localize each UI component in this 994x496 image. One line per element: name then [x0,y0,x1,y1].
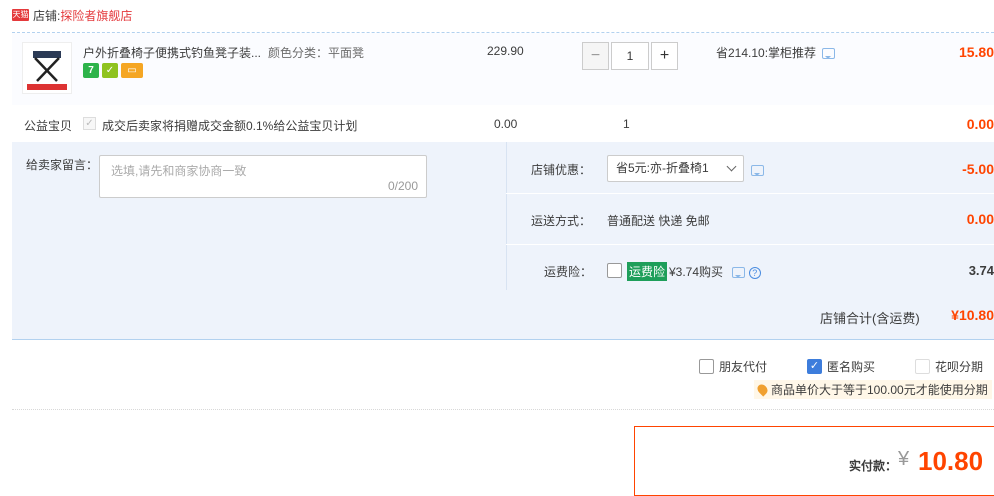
memo-placeholder: 选填,请先和商家协商一致 [111,164,247,178]
row-separator [506,193,994,194]
payment-label: 实付款： [849,459,898,473]
product-title-link[interactable]: 户外折叠椅子便携式钓鱼凳子装... [83,44,263,61]
store-subtotal-label: 店铺合计(含运费) [820,311,920,326]
decrease-quantity-button[interactable]: − [582,42,609,70]
anonymous-checkbox[interactable]: ✓ [807,359,822,374]
shipping-label: 运送方式： [531,214,592,228]
memo-char-count: 0/200 [387,179,418,193]
tmall-badge: 天猫 [12,9,29,21]
huabei-note-text: 商品单价大于等于100.00元才能使用分期 [771,383,988,397]
shipping-amount: 0.00 [966,211,994,227]
product-sku: 颜色分类：平面凳 [268,46,365,60]
memo-label: 给卖家留言： [26,158,99,172]
insurance-tag: 运费险 [627,262,668,281]
service-tags: 7 ✓ ▭ [83,63,143,78]
insurance-amount: 3.74 [968,263,994,278]
help-icon[interactable]: ? [748,266,761,279]
insurance-price: ¥3.74购买 ? [669,263,761,280]
charity-description: 成交后卖家将捐赠成交金额0.1%给公益宝贝计划 [102,119,358,133]
anonymous-label: 匿名购买 [827,360,876,374]
store-subtotal: ¥10.80 [951,307,994,323]
divider [12,409,994,410]
item-total: 15.80 [958,44,994,60]
guarantee-icon[interactable]: ✓ [102,63,118,78]
friend-pay-option[interactable]: 朋友代付 [699,358,767,375]
discount-selected-value: 省5元:亦-折叠椅1 [616,161,709,175]
insurance-checkbox[interactable] [607,263,622,278]
shop-header: 天猫 店铺: 探险者旗舰店 [12,7,132,23]
product-thumbnail[interactable] [22,42,72,94]
friend-pay-label: 朋友代付 [719,360,768,374]
insurance-price-text: ¥3.74购买 [669,265,724,279]
promotion-text: 省214.10:掌柜推荐 [716,46,817,60]
huabei-label: 花呗分期 [935,360,984,374]
credit-card-icon[interactable]: ▭ [121,63,143,78]
chevron-down-icon [726,161,737,172]
discount-amount: -5.00 [962,161,994,177]
charity-total: 0.00 [966,116,994,132]
insurance-label: 运费险： [544,265,593,279]
quantity-input[interactable]: 1 [611,42,649,70]
discount-select[interactable]: 省5元:亦-折叠椅1 [607,155,744,182]
charity-label: 公益宝贝 [24,119,73,133]
anonymous-option[interactable]: ✓ 匿名购买 [807,358,875,375]
chat-icon[interactable] [751,165,764,177]
charity-price: 0.00 [494,117,518,131]
discount-label: 店铺优惠： [531,163,592,177]
chat-icon[interactable] [732,267,746,279]
charity-quantity: 1 [623,117,630,131]
payment-amount: 10.80 [918,446,984,476]
friend-pay-checkbox[interactable] [699,359,714,374]
huabei-option: 花呗分期 [915,358,983,375]
unit-price: 229.90 [487,44,524,58]
seven-day-return-icon[interactable]: 7 [83,63,99,78]
shop-label: 店铺: [33,8,61,23]
huabei-checkbox [915,359,930,374]
location-pin-icon [755,382,770,397]
chat-icon[interactable] [822,48,836,60]
memo-textarea[interactable]: 选填,请先和商家协商一致 0/200 [99,155,427,198]
huabei-note: 商品单价大于等于100.00元才能使用分期 [754,380,992,399]
charity-checkbox: ✓ [83,117,96,130]
shop-name-link[interactable]: 探险者旗舰店 [60,7,132,24]
increase-quantity-button[interactable]: + [651,42,678,70]
row-separator [506,244,994,245]
currency-symbol: ¥ [898,448,910,470]
item-promotion: 省214.10:掌柜推荐 [716,44,836,61]
panel-divider [506,142,507,290]
shipping-method: 普通配送 快递 免邮 [607,214,710,228]
quantity-stepper: − 1 + [582,42,678,70]
